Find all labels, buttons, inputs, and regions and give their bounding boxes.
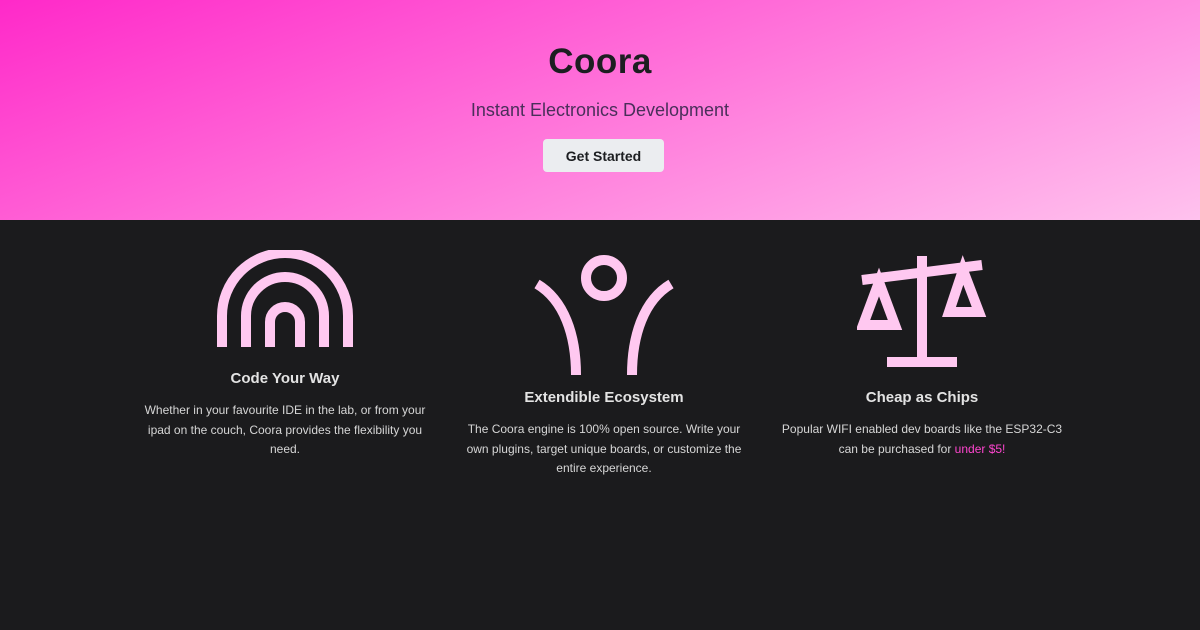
feature-extendible-ecosystem: Extendible Ecosystem The Coora engine is… — [459, 250, 749, 479]
scales-icon — [857, 255, 987, 367]
get-started-button[interactable]: Get Started — [543, 139, 664, 172]
features-section: Code Your Way Whether in your favourite … — [0, 220, 1200, 630]
person-arms-up-icon — [534, 255, 674, 375]
feature-description: The Coora engine is 100% open source. Wr… — [466, 422, 742, 475]
feature-title: Code Your Way — [230, 370, 340, 387]
feature-title: Extendible Ecosystem — [524, 389, 684, 406]
rainbow-arch-icon — [217, 250, 353, 347]
feature-description: Whether in your favourite IDE in the lab… — [144, 403, 426, 456]
hero-title: Coora — [548, 42, 652, 81]
price-highlight: under $5! — [954, 441, 1006, 456]
feature-description-text: Popular WIFI enabled dev boards like the… — [781, 422, 1063, 456]
feature-title: Cheap as Chips — [865, 389, 979, 406]
feature-code-your-way: Code Your Way Whether in your favourite … — [140, 250, 430, 460]
hero-subtitle: Instant Electronics Development — [470, 100, 730, 120]
feature-description: Popular WIFI enabled dev boards like the… — [777, 420, 1067, 459]
hero-banner: Coora Instant Electronics Development Ge… — [0, 0, 1200, 220]
feature-cheap-as-chips: Cheap as Chips Popular WIFI enabled dev … — [777, 250, 1067, 459]
